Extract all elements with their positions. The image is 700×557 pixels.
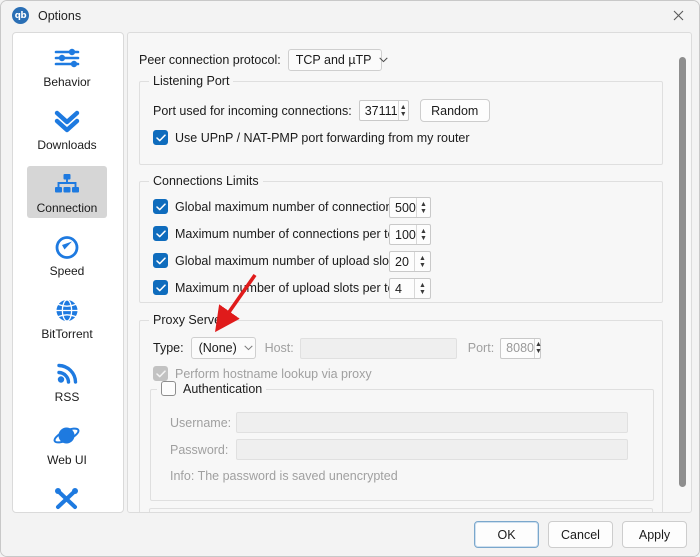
- max-connections-per-torrent-value: 100: [395, 227, 416, 242]
- global-max-connections-spinner[interactable]: 500 ▲ ▼: [389, 197, 431, 218]
- max-connections-per-torrent-spinner[interactable]: 100 ▲ ▼: [389, 224, 431, 245]
- spinner-arrows-icon[interactable]: ▲ ▼: [415, 198, 430, 217]
- sidebar-item-label: Web UI: [47, 453, 87, 467]
- upnp-label: Use UPnP / NAT-PMP port forwarding from …: [175, 130, 470, 145]
- global-max-upload-slots-spinner[interactable]: 20 ▲ ▼: [389, 251, 431, 272]
- settings-scroll-area: Peer connection protocol: TCP and µTP Li…: [128, 33, 674, 512]
- proxy-type-label: Type:: [153, 341, 184, 355]
- proxy-password-input[interactable]: [236, 439, 628, 460]
- proxy-username-label: Username:: [170, 415, 232, 430]
- sidebar-item-behavior[interactable]: Behavior: [13, 33, 121, 96]
- sidebar-item-label: BitTorrent: [41, 327, 93, 341]
- hostname-lookup-checkbox[interactable]: [153, 366, 168, 381]
- spinner-arrows-icon[interactable]: ▲ ▼: [533, 338, 542, 358]
- options-window: qb Options Behavior Downloads Connection…: [0, 0, 700, 557]
- global-max-connections-checkbox[interactable]: [153, 199, 168, 214]
- spinner-arrows-icon[interactable]: ▲ ▼: [397, 101, 408, 120]
- network-sitemap-icon: [53, 170, 81, 198]
- peer-protocol-value: TCP and µTP: [295, 53, 372, 67]
- proxy-port-label: Port:: [467, 341, 495, 355]
- peer-protocol-label: Peer connection protocol:: [139, 53, 281, 67]
- connection-settings-pane: Peer connection protocol: TCP and µTP Li…: [127, 32, 692, 513]
- sidebar-item-label: RSS: [54, 390, 80, 404]
- proxy-type-dropdown[interactable]: (None): [190, 337, 256, 359]
- max-upload-slots-per-torrent-label: Maximum number of upload slots per torre…: [175, 280, 424, 295]
- max-connections-per-torrent-label: Maximum number of connections per torren…: [175, 226, 424, 241]
- listening-port-title: Listening Port: [149, 74, 234, 88]
- scrollbar-thumb[interactable]: [679, 57, 686, 487]
- vertical-scrollbar[interactable]: [676, 35, 689, 510]
- global-max-upload-slots-value: 20: [395, 254, 409, 269]
- incoming-port-label: Port used for incoming connections:: [153, 103, 352, 118]
- title-bar: qb Options: [1, 1, 699, 30]
- bittorrent-proxy-subgroup: [149, 508, 653, 512]
- speedometer-icon: [53, 233, 81, 261]
- wrench-screwdriver-icon: [53, 485, 81, 512]
- sidebar-item-downloads[interactable]: Downloads: [13, 96, 121, 159]
- proxy-server-title: Proxy Server: [149, 313, 230, 327]
- proxy-port-spinner[interactable]: 8080 ▲ ▼: [500, 337, 542, 359]
- connections-limits-group: Connections Limits Global maximum number…: [139, 174, 663, 303]
- authentication-title-row: Authentication: [157, 381, 267, 396]
- double-chevron-down-icon: [53, 107, 81, 135]
- max-upload-slots-per-torrent-checkbox[interactable]: [153, 280, 168, 295]
- sidebar-item-rss[interactable]: RSS: [13, 348, 121, 411]
- dialog-content: Behavior Downloads Connection Speed BitT…: [1, 30, 699, 515]
- password-info-text: Info: The password is saved unencrypted: [170, 469, 398, 483]
- rss-icon: [55, 359, 80, 387]
- sidebar-item-label: Speed: [49, 264, 85, 278]
- max-connections-per-torrent-checkbox[interactable]: [153, 226, 168, 241]
- proxy-type-value: (None): [198, 341, 237, 355]
- planet-globe-icon: [53, 422, 81, 450]
- proxy-host-input[interactable]: [299, 337, 457, 359]
- close-icon[interactable]: [656, 1, 699, 30]
- globe-icon: [54, 296, 80, 324]
- proxy-port-value: 8080: [506, 341, 534, 355]
- hostname-lookup-label: Perform hostname lookup via proxy: [175, 366, 372, 381]
- dialog-footer: OK Cancel Apply: [1, 513, 699, 556]
- chevron-down-icon: [244, 344, 253, 353]
- sidebar-item-label: Behavior: [43, 75, 91, 89]
- spinner-arrows-icon[interactable]: ▲ ▼: [414, 252, 430, 271]
- sidebar-item-label: Downloads: [37, 138, 97, 152]
- sidebar-item-speed[interactable]: Speed: [13, 222, 121, 285]
- connections-limits-title: Connections Limits: [149, 174, 263, 188]
- upnp-checkbox[interactable]: [153, 130, 168, 145]
- window-title: Options: [38, 8, 82, 23]
- incoming-port-value: 37111: [364, 103, 398, 118]
- sliders-icon: [53, 44, 81, 72]
- max-upload-slots-per-torrent-value: 4: [395, 281, 402, 296]
- incoming-port-spinner[interactable]: 37111 ▲ ▼: [358, 100, 409, 121]
- spinner-arrows-icon[interactable]: ▲ ▼: [415, 225, 430, 244]
- sidebar-item-label: Connection: [36, 201, 98, 215]
- random-port-button[interactable]: Random: [419, 99, 490, 122]
- sidebar-item-advanced[interactable]: Advanced: [13, 474, 121, 512]
- sidebar-item-connection[interactable]: Connection: [13, 159, 121, 222]
- authentication-label: Authentication: [183, 381, 263, 396]
- listening-port-group: Listening Port Port used for incoming co…: [139, 74, 663, 165]
- global-max-connections-label: Global maximum number of connections:: [175, 199, 403, 214]
- proxy-password-label: Password:: [170, 442, 229, 457]
- apply-button[interactable]: Apply: [622, 521, 687, 548]
- global-max-upload-slots-checkbox[interactable]: [153, 253, 168, 268]
- cancel-button[interactable]: Cancel: [548, 521, 613, 548]
- spinner-arrows-icon[interactable]: ▲ ▼: [414, 279, 430, 298]
- sidebar-item-bittorrent[interactable]: BitTorrent: [13, 285, 121, 348]
- ok-button[interactable]: OK: [474, 521, 539, 548]
- proxy-host-label: Host:: [264, 341, 294, 355]
- peer-protocol-dropdown[interactable]: TCP and µTP: [287, 49, 388, 71]
- authentication-checkbox[interactable]: [161, 381, 176, 396]
- sidebar-item-web-ui[interactable]: Web UI: [13, 411, 121, 474]
- authentication-group: Authentication Username: Password: Info:…: [150, 381, 654, 501]
- proxy-server-group: Proxy Server Type: (None) Host: Port: 80…: [139, 313, 663, 512]
- global-max-upload-slots-label: Global maximum number of upload slots:: [175, 253, 403, 268]
- max-upload-slots-per-torrent-spinner[interactable]: 4 ▲ ▼: [389, 278, 431, 299]
- app-logo-icon: qb: [12, 7, 29, 24]
- chevron-down-icon: [378, 56, 388, 65]
- global-max-connections-value: 500: [395, 200, 416, 215]
- proxy-username-input[interactable]: [236, 412, 628, 433]
- sidebar: Behavior Downloads Connection Speed BitT…: [12, 32, 124, 513]
